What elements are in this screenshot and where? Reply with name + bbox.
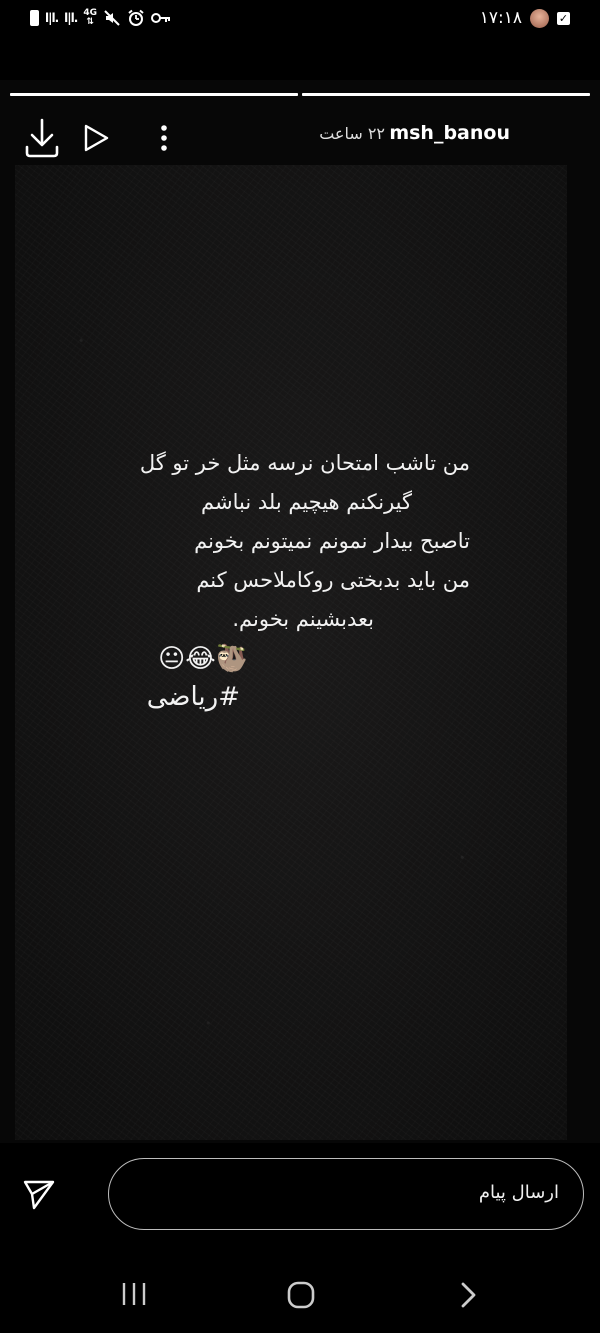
key-icon [151, 13, 170, 23]
story-caption: من تاشب امتحان نرسه مثل خر تو گل گیرنکنم… [110, 444, 470, 715]
story-progress-fill [10, 93, 298, 96]
battery-icon [30, 10, 39, 26]
signal-icon: l|l. [45, 11, 59, 25]
story-emojis: 🦥😂😐 [158, 644, 248, 674]
story-text-line: بعدبشینم بخونم. [232, 607, 374, 631]
story-header: ۲۲ ساعت msh_banou [0, 110, 600, 166]
avatar-notification-icon [530, 8, 549, 28]
clock: ۱۷:۱۸ [479, 8, 522, 28]
status-bar: l|l. l|l. 4G ⇅ ۱۷:۱۸ ✓ [0, 0, 600, 38]
status-bar-right: ۱۷:۱۸ ✓ [480, 8, 570, 28]
send-icon[interactable] [22, 1179, 56, 1215]
back-icon[interactable] [458, 1281, 480, 1313]
message-input[interactable]: ارسال پیام [108, 1158, 584, 1230]
story-progress [10, 93, 590, 96]
story-username[interactable]: msh_banou [389, 122, 510, 144]
story-hashtag: #ریاضی [146, 682, 240, 712]
story-text-line: من تاشب امتحان نرسه مثل خر تو گل [139, 451, 470, 475]
story-timestamp: ۲۲ ساعت [319, 124, 385, 143]
alarm-icon [128, 9, 144, 26]
status-bar-left: l|l. l|l. 4G ⇅ [30, 9, 171, 27]
home-icon[interactable] [286, 1281, 316, 1313]
story-text-line: من باید بدبختی روکاملا‌حس کنم [196, 568, 470, 592]
navigation-bar [0, 1255, 600, 1333]
story-text-line: گیرنکنم هیچیم بلد نباشم [201, 490, 412, 514]
screen: l|l. l|l. 4G ⇅ ۱۷:۱۸ ✓ ۲۲ ساعت msh_banou… [0, 0, 600, 1333]
signal-icon: l|l. [64, 11, 78, 25]
check-notification-icon: ✓ [557, 11, 570, 25]
mute-icon [104, 10, 120, 26]
recent-apps-icon[interactable] [120, 1281, 148, 1311]
download-icon[interactable] [22, 116, 62, 160]
story-progress-segment [10, 93, 298, 96]
story-text-line: تاصبح بیدار نمونم نمیتونم بخونم [194, 529, 470, 553]
message-input-placeholder: ارسال پیام [478, 1182, 559, 1203]
network-type-label: 4G [83, 8, 97, 18]
more-vertical-icon[interactable] [152, 118, 176, 158]
story-progress-fill [302, 93, 590, 96]
play-icon[interactable] [80, 120, 112, 156]
story-progress-segment [302, 93, 590, 96]
reply-bar: ارسال پیام [0, 1143, 600, 1253]
network-4g-icon: 4G ⇅ [83, 8, 97, 27]
